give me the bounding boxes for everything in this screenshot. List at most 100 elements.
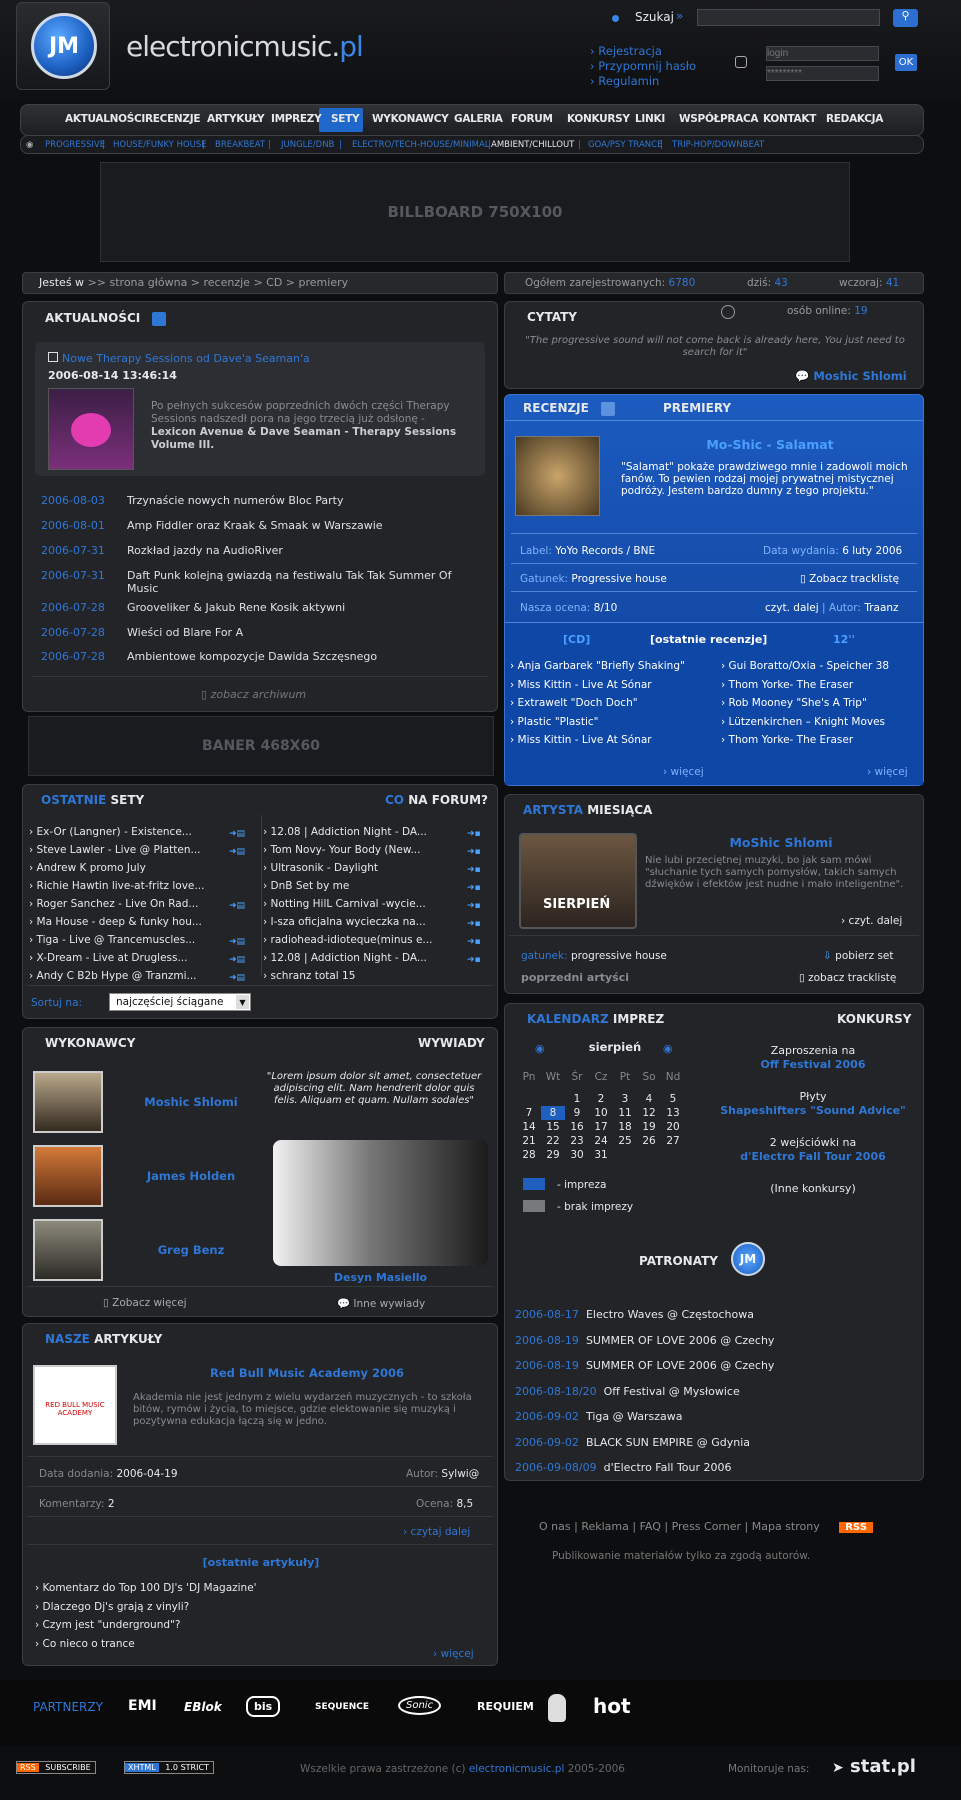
password-input[interactable]: [766, 66, 879, 81]
set-item[interactable]: › Richie Hawtin live-at-fritz love...: [29, 877, 204, 895]
search-button[interactable]: ⚲: [893, 9, 918, 27]
rss-badge[interactable]: RSS: [839, 1522, 873, 1533]
review-tracklist-link[interactable]: ▯ Zobacz tracklistę: [800, 573, 899, 585]
news-item[interactable]: Daft Punk kolejną gwiazdą na festiwalu T…: [127, 569, 457, 595]
partner-logo[interactable]: bis: [246, 1696, 281, 1717]
news-feature-image[interactable]: [48, 388, 134, 470]
news-item[interactable]: Trzynaście nowych numerów Bloc Party: [127, 494, 343, 507]
calendar-day[interactable]: 10: [589, 1106, 613, 1120]
patronage-item[interactable]: 2006-09-02 Tiga @ Warszawa: [515, 1404, 774, 1430]
set-item[interactable]: › Ma House - deep & funky hou...: [29, 913, 204, 931]
calendar-day-event[interactable]: 8: [541, 1106, 565, 1120]
login-input[interactable]: [766, 46, 879, 61]
calendar-day[interactable]: 15: [541, 1120, 565, 1134]
banner-ad[interactable]: BANER 468X60: [28, 716, 494, 776]
nav-linki[interactable]: LINKI: [635, 113, 665, 125]
logo[interactable]: JM: [16, 2, 110, 90]
genre-electro[interactable]: ELECTRO/TECH-HOUSE/MINIMAL: [352, 140, 490, 150]
articles-more-link[interactable]: › więcej: [433, 1648, 474, 1660]
news-item[interactable]: Grooveliker & Jakub Rene Kosik aktywni: [127, 601, 345, 614]
nav-artykuly[interactable]: ARTYKUŁY: [207, 113, 265, 125]
footer-link[interactable]: Reklama: [581, 1520, 629, 1533]
nav-forum[interactable]: FORUM: [511, 113, 553, 125]
footer-link[interactable]: O nas: [539, 1520, 571, 1533]
rss-icon[interactable]: [601, 401, 616, 416]
prev-month-icon[interactable]: ◉: [535, 1042, 545, 1055]
article-list-item[interactable]: › Czym jest "underground"?: [35, 1616, 257, 1635]
patronage-item[interactable]: 2006-09-08/09 d'Electro Fall Tour 2006: [515, 1455, 774, 1481]
review-list-item[interactable]: › Miss Kittin - Live At Sónar: [510, 676, 685, 695]
genre-jungle[interactable]: JUNGLE/DNB: [281, 140, 334, 150]
footer-link[interactable]: FAQ: [640, 1520, 661, 1533]
stat-logo[interactable]: ➤ stat.pl: [832, 1756, 916, 1777]
reviews-more-link[interactable]: › więcej: [663, 766, 704, 778]
calendar-day[interactable]: 11: [613, 1106, 637, 1120]
nav-aktualnosci[interactable]: AKTUALNOŚCI: [65, 113, 145, 125]
rss-icon[interactable]: [152, 311, 167, 326]
set-item[interactable]: › X-Dream - Live at Drugless...: [29, 949, 204, 967]
performer-photo[interactable]: [33, 1219, 103, 1281]
review-list-item[interactable]: › Rob Mooney "She's A Trip": [721, 694, 889, 713]
performer-name[interactable]: Moshic Shlomi: [131, 1095, 251, 1109]
article-list-item[interactable]: › Co nieco o trance: [35, 1635, 257, 1654]
artist-photo[interactable]: SIERPIEŃ: [519, 833, 637, 929]
nav-recenzje[interactable]: RECENZJE: [145, 113, 201, 125]
album-title[interactable]: Mo-Shic - Salamat: [625, 437, 915, 452]
review-list-item[interactable]: › Plastic "Plastic": [510, 713, 685, 732]
article-headline[interactable]: Red Bull Music Academy 2006: [123, 1366, 491, 1380]
genre-progressive[interactable]: PROGRESSIVE: [45, 140, 105, 150]
calendar-day[interactable]: 25: [613, 1134, 637, 1148]
forum-item[interactable]: › schranz total 15: [263, 967, 432, 985]
partner-logo[interactable]: Sonic: [398, 1696, 442, 1715]
forum-item[interactable]: › 12.08 | Addiction Night - DA...: [263, 949, 432, 967]
contest-link[interactable]: d'Electro Fall Tour 2006: [713, 1150, 913, 1164]
footer-link[interactable]: Press Corner: [672, 1520, 741, 1533]
calendar-day[interactable]: 28: [517, 1148, 541, 1162]
calendar-day[interactable]: 19: [637, 1120, 661, 1134]
patronage-item[interactable]: 2006-08-19 SUMMER OF LOVE 2006 @ Czechy: [515, 1328, 774, 1354]
patronage-item[interactable]: 2006-08-19 SUMMER OF LOVE 2006 @ Czechy: [515, 1353, 774, 1379]
article-image[interactable]: RED BULL MUSIC ACADEMY: [33, 1365, 117, 1445]
calendar-day[interactable]: 30: [565, 1148, 589, 1162]
genre-house[interactable]: HOUSE/FUNKY HOUSE: [113, 140, 207, 150]
interview-photo[interactable]: [273, 1140, 488, 1266]
partner-logo[interactable]: EMI: [128, 1698, 157, 1714]
calendar-day[interactable]: 12: [637, 1106, 661, 1120]
patronage-item[interactable]: 2006-08-18/20 Off Festival @ Mysłowice: [515, 1379, 774, 1405]
playboy-logo[interactable]: [548, 1694, 566, 1722]
artist-tracklist-link[interactable]: ▯ zobacz tracklistę: [799, 972, 896, 984]
nav-wykonawcy[interactable]: WYKONAWCY: [372, 113, 449, 125]
calendar-day[interactable]: 14: [517, 1120, 541, 1134]
calendar-day[interactable]: 5: [661, 1092, 685, 1106]
calendar-day[interactable]: 4: [637, 1092, 661, 1106]
nav-konkursy[interactable]: KONKURSY: [567, 113, 630, 125]
news-archive-link[interactable]: ▯ zobacz archiwum: [201, 688, 306, 701]
review-list-item[interactable]: › Miss Kittin - Live At Sónar: [510, 731, 685, 750]
review-list-item[interactable]: › Thom Yorke- The Eraser: [721, 676, 889, 695]
sort-select[interactable]: najczęściej ściągane ▼: [109, 993, 251, 1011]
review-list-item[interactable]: › Gui Boratto/Oxia - Speicher 38: [721, 657, 889, 676]
calendar-day[interactable]: 27: [661, 1134, 685, 1148]
review-more-link[interactable]: czyt. dalej: [765, 602, 819, 614]
partner-logo[interactable]: EBlok: [184, 1700, 222, 1714]
partner-logo[interactable]: REQUIEM: [477, 1700, 534, 1713]
review-list-item[interactable]: › Extrawelt "Doch Doch": [510, 694, 685, 713]
genre-triphop[interactable]: TRIP-HOP/DOWNBEAT: [672, 140, 764, 150]
login-button[interactable]: OK: [895, 54, 917, 71]
set-item[interactable]: › Ex-Or (Langner) - Existence...: [29, 823, 204, 841]
set-item[interactable]: › Andy C B2b Hype @ Tranzmi...: [29, 967, 204, 985]
patronage-item[interactable]: 2006-09-02 BLACK SUN EMPIRE @ Gdynia: [515, 1430, 774, 1456]
calendar-day[interactable]: 29: [541, 1148, 565, 1162]
site-title[interactable]: electronicmusic.pl: [126, 30, 364, 63]
reviews-12-tab[interactable]: 12'': [833, 633, 855, 646]
next-month-icon[interactable]: ◉: [663, 1042, 673, 1055]
calendar-day[interactable]: 31: [589, 1148, 613, 1162]
calendar-day[interactable]: 13: [661, 1106, 685, 1120]
calendar-day[interactable]: 18: [613, 1120, 637, 1134]
nav-kontakt[interactable]: KONTAKT: [763, 113, 816, 125]
calendar-day[interactable]: 17: [589, 1120, 613, 1134]
calendar-day[interactable]: 20: [661, 1120, 685, 1134]
footer-link[interactable]: Mapa strony: [752, 1520, 820, 1533]
set-item[interactable]: › Roger Sanchez - Live On Rad...: [29, 895, 204, 913]
review-list-item[interactable]: › Thom Yorke- The Eraser: [721, 731, 889, 750]
